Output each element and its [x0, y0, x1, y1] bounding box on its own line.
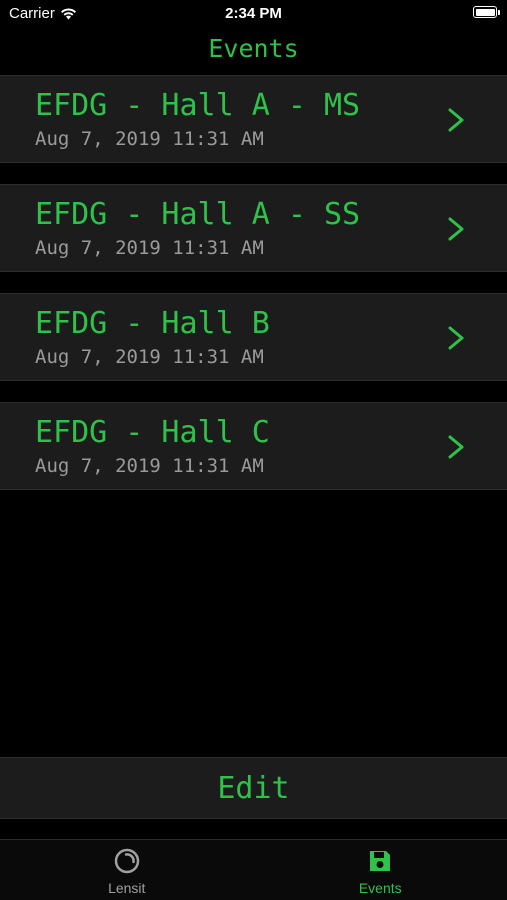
- edit-button[interactable]: Edit: [0, 757, 507, 819]
- event-title: EFDG - Hall C: [35, 415, 270, 450]
- event-title: EFDG - Hall A - MS: [35, 88, 361, 123]
- lens-icon: [114, 848, 139, 874]
- chevron-right-icon: [448, 217, 464, 241]
- floppy-disk-icon: [370, 851, 391, 871]
- event-row[interactable]: EFDG - Hall A - MS Aug 7, 2019 11:31 AM: [0, 75, 507, 163]
- status-time: 2:34 PM: [225, 5, 282, 22]
- page-title: Events: [208, 34, 299, 63]
- event-list: EFDG - Hall A - MS Aug 7, 2019 11:31 AM …: [0, 75, 507, 511]
- battery-level: [475, 8, 495, 16]
- event-title: EFDG - Hall B: [35, 306, 270, 341]
- event-row[interactable]: EFDG - Hall C Aug 7, 2019 11:31 AM: [0, 402, 507, 490]
- chevron-right-icon: [448, 326, 464, 350]
- status-bar: Carrier 2:34 PM: [0, 0, 507, 28]
- event-date: Aug 7, 2019 11:31 AM: [35, 237, 264, 259]
- event-row[interactable]: EFDG - Hall A - SS Aug 7, 2019 11:31 AM: [0, 184, 507, 272]
- event-row[interactable]: EFDG - Hall B Aug 7, 2019 11:31 AM: [0, 293, 507, 381]
- chevron-right-icon: [448, 108, 464, 132]
- event-date: Aug 7, 2019 11:31 AM: [35, 128, 264, 150]
- chevron-right-icon: [448, 435, 464, 459]
- event-date: Aug 7, 2019 11:31 AM: [35, 346, 264, 368]
- tab-label: Events: [358, 880, 402, 896]
- tab-bar: Lensit Events: [0, 839, 507, 900]
- tab-label: Lensit: [108, 880, 146, 896]
- event-date: Aug 7, 2019 11:31 AM: [35, 455, 264, 477]
- event-title: EFDG - Hall A - SS: [35, 197, 361, 232]
- tab-lensit[interactable]: Lensit: [0, 840, 254, 900]
- tab-events[interactable]: Events: [254, 840, 507, 900]
- battery-icon: [473, 6, 500, 18]
